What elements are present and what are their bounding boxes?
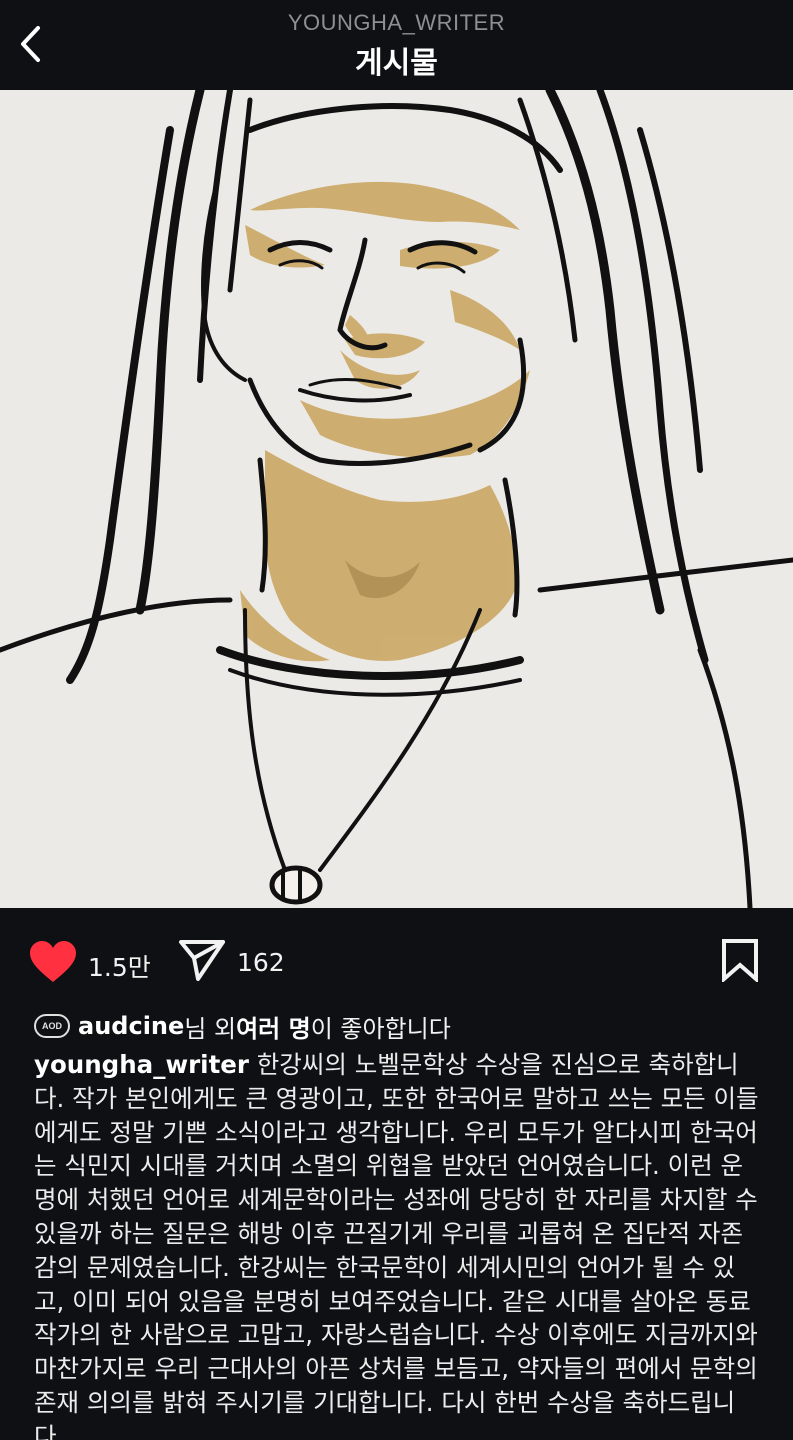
page-title: 게시물 [355, 46, 438, 81]
avatar[interactable]: AOD [34, 1014, 70, 1038]
liked-by-line[interactable]: AOD audcine 님 외 여러 명 이 좋아합니다 [34, 1009, 451, 1044]
liked-by-others[interactable]: 여러 명 [236, 1009, 311, 1044]
save-button[interactable] [720, 938, 760, 982]
heart-filled-icon [30, 941, 76, 982]
caption-username[interactable]: youngha_writer [34, 1050, 249, 1079]
bookmark-icon [722, 939, 758, 982]
share-count: 162 [237, 948, 285, 977]
like-button[interactable] [28, 940, 78, 984]
post-actions: 1.5만 162 [0, 908, 793, 1008]
liked-by-text-2: 이 좋아합니다 [310, 1014, 451, 1043]
top-bar: YOUNGHA_WRITER 게시물 [0, 0, 793, 90]
liked-by-user[interactable]: audcine [78, 1012, 184, 1040]
liked-by-text-1: 님 외 [184, 1014, 237, 1043]
like-count[interactable]: 1.5만 [88, 948, 151, 984]
post-caption: youngha_writer 한강씨의 노벨문학상 수상을 진심으로 축하합니다… [34, 1048, 764, 1440]
portrait-illustration [0, 90, 793, 908]
post-image[interactable] [0, 90, 793, 908]
header-account-name[interactable]: YOUNGHA_WRITER [0, 10, 793, 36]
caption-text: 한강씨의 노벨문학상 수상을 진심으로 축하합니다. 작가 본인에게도 큰 영광… [34, 1050, 759, 1440]
share-button[interactable] [178, 938, 226, 982]
send-icon [179, 940, 225, 981]
